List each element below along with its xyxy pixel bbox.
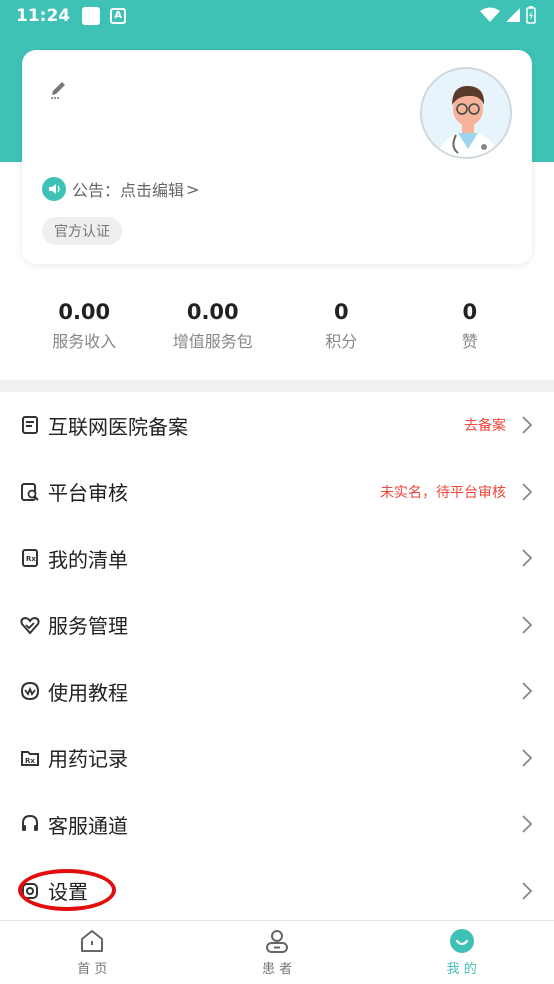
- stat-service-income[interactable]: 0.00 服务收入: [20, 298, 149, 354]
- tab-label: 我 的: [446, 962, 477, 977]
- chevron-right-icon: [522, 815, 533, 833]
- section-divider: [0, 380, 554, 392]
- rx-folder-icon: Rx: [21, 750, 39, 766]
- svg-text:Rx: Rx: [25, 757, 35, 765]
- stat-label: 服务收入: [52, 332, 117, 351]
- announcement-arrow: >: [186, 179, 200, 199]
- wifi-icon: [480, 7, 500, 22]
- edit-icon[interactable]: [48, 78, 70, 100]
- menu-item-customer-service[interactable]: 客服通道: [0, 791, 554, 858]
- menu-item-my-list[interactable]: Rx 我的清单: [0, 525, 554, 592]
- rx-list-icon: Rx: [22, 549, 38, 568]
- chevron-right-icon: [522, 483, 533, 501]
- menu-label: 客服通道: [48, 813, 128, 838]
- heart-service-icon: [20, 616, 40, 635]
- stat-value: 0: [333, 300, 349, 324]
- menu-list: 互联网医院备案 去备案 平台审核 未实名，待平台审核 Rx 我的清单 服务管理 …: [0, 392, 554, 924]
- document-icon: [22, 416, 38, 435]
- stat-value: 0.00: [186, 300, 239, 324]
- stat-value: 0: [462, 300, 478, 324]
- tab-mine[interactable]: 我 的: [369, 921, 554, 984]
- tab-home[interactable]: 首 页: [0, 921, 185, 984]
- stat-label: 赞: [461, 332, 478, 351]
- chevron-right-icon: [522, 616, 533, 634]
- menu-label: 平台审核: [48, 481, 128, 506]
- stat-points[interactable]: 0 积分: [277, 298, 406, 354]
- home-icon: [81, 930, 104, 952]
- tab-label: 患 者: [261, 962, 293, 977]
- settings-highlight-annotation: [18, 869, 116, 911]
- battery-icon: [526, 6, 536, 24]
- stats-row: 0.00 服务收入 0.00 增值服务包 0 积分 0 赞: [20, 298, 534, 354]
- stat-value: 0.00: [58, 300, 111, 324]
- menu-item-tutorial[interactable]: 使用教程: [0, 658, 554, 725]
- doctor-avatar-icon: [436, 85, 500, 157]
- svg-text:Rx: Rx: [26, 555, 36, 563]
- stat-label: 积分: [325, 332, 358, 351]
- stat-label: 增值服务包: [172, 332, 253, 351]
- chevron-right-icon: [522, 416, 533, 434]
- doctor-avatar[interactable]: [420, 67, 512, 159]
- announcement[interactable]: 公告：点击编辑 >: [42, 177, 199, 201]
- headset-icon: [22, 815, 38, 832]
- notification-icon: [82, 7, 101, 25]
- chevron-right-icon: [522, 882, 533, 900]
- menu-item-platform-audit[interactable]: 平台审核 未实名，待平台审核: [0, 459, 554, 526]
- status-bar: 11:24 A: [0, 0, 554, 32]
- status-time: 11:24: [16, 6, 71, 26]
- tab-label: 首 页: [77, 962, 108, 977]
- menu-label: 使用教程: [48, 680, 128, 705]
- menu-item-medication-record[interactable]: Rx 用药记录: [0, 725, 554, 792]
- chevron-right-icon: [522, 749, 533, 767]
- chevron-right-icon: [522, 682, 533, 700]
- a-icon: A: [110, 8, 127, 24]
- bottom-tab-bar: 首 页 患 者 我 的: [0, 920, 554, 984]
- status-indicators: [480, 6, 536, 24]
- speaker-icon: [42, 177, 66, 201]
- patients-icon: [266, 930, 288, 953]
- profile-card: 公告：点击编辑 > 官方认证: [22, 50, 532, 264]
- menu-label: 服务管理: [48, 614, 128, 639]
- chevron-right-icon: [522, 549, 533, 567]
- official-verified-badge: 官方认证: [42, 217, 122, 245]
- tab-patients[interactable]: 患 者: [185, 921, 370, 984]
- announcement-text: 公告：点击编辑: [72, 181, 185, 200]
- menu-status: 去备案: [464, 418, 506, 435]
- audit-icon: [21, 482, 39, 501]
- menu-label: 我的清单: [48, 547, 128, 572]
- stat-likes[interactable]: 0 赞: [406, 298, 535, 354]
- menu-label: 互联网医院备案: [48, 414, 188, 439]
- menu-item-service-management[interactable]: 服务管理: [0, 592, 554, 659]
- stat-value-package[interactable]: 0.00 增值服务包: [149, 298, 278, 354]
- signal-icon: [506, 8, 520, 22]
- menu-status: 未实名，待平台审核: [380, 484, 506, 501]
- menu-item-hospital-filing[interactable]: 互联网医院备案 去备案: [0, 392, 554, 459]
- tutorial-icon: [20, 682, 40, 701]
- menu-label: 用药记录: [48, 747, 128, 772]
- profile-icon: [449, 929, 474, 953]
